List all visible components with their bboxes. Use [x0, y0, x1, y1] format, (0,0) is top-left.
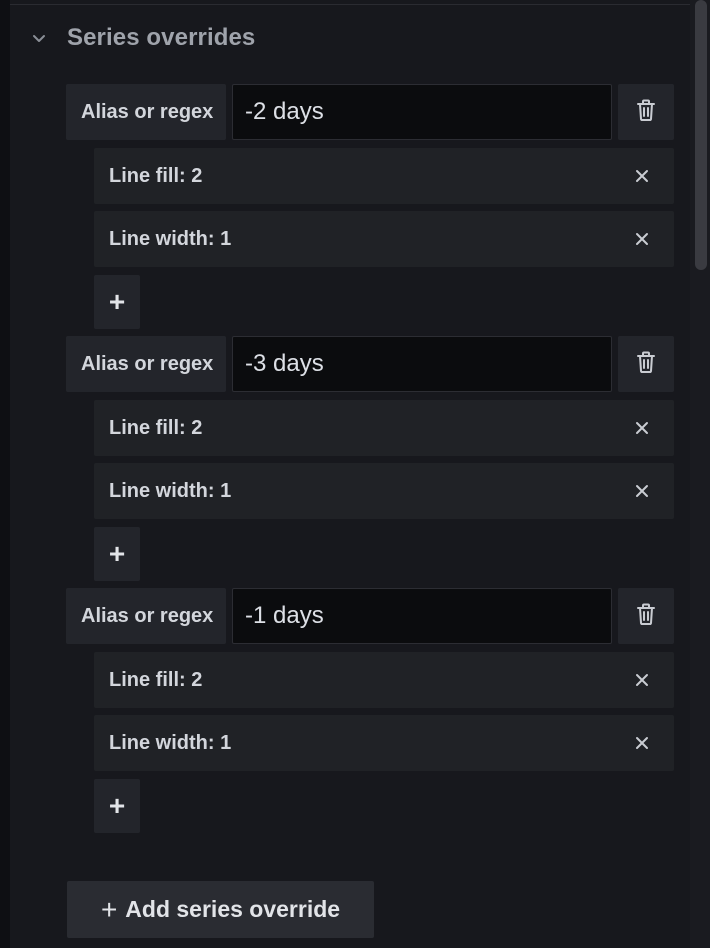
- section-title: Series overrides: [67, 24, 256, 51]
- override-property: Line width: 1: [94, 211, 674, 267]
- alias-input[interactable]: -3 days: [232, 336, 612, 392]
- close-icon: [636, 485, 648, 497]
- add-property-button[interactable]: +: [94, 779, 140, 833]
- trash-icon: [635, 602, 657, 631]
- remove-property-button[interactable]: [622, 156, 662, 196]
- property-label: Line width: 1: [109, 731, 232, 754]
- alias-label: Alias or regex: [66, 336, 226, 392]
- alias-row: Alias or regex -2 days: [66, 84, 674, 140]
- close-icon: [636, 737, 648, 749]
- override-property: Line fill: 2: [94, 148, 674, 204]
- section-divider: [10, 4, 690, 5]
- property-label: Line width: 1: [109, 227, 232, 250]
- remove-property-button[interactable]: [622, 660, 662, 700]
- left-rail: [0, 0, 10, 948]
- trash-icon: [635, 98, 657, 127]
- alias-input[interactable]: -2 days: [232, 84, 612, 140]
- add-property-button[interactable]: +: [94, 527, 140, 581]
- override-property: Line fill: 2: [94, 400, 674, 456]
- alias-row: Alias or regex -1 days: [66, 588, 674, 644]
- property-label: Line fill: 2: [109, 164, 203, 187]
- remove-property-button[interactable]: [622, 471, 662, 511]
- property-label: Line fill: 2: [109, 416, 203, 439]
- delete-override-button[interactable]: [618, 588, 674, 644]
- close-icon: [636, 233, 648, 245]
- override-property: Line width: 1: [94, 463, 674, 519]
- chevron-down-icon[interactable]: [30, 29, 48, 47]
- alias-input[interactable]: -1 days: [232, 588, 612, 644]
- override-property: Line fill: 2: [94, 652, 674, 708]
- series-override-2: Alias or regex -3 days Line fill: 2 Line…: [66, 336, 674, 581]
- remove-property-button[interactable]: [622, 723, 662, 763]
- scrollbar-thumb[interactable]: [695, 0, 707, 270]
- close-icon: [636, 422, 648, 434]
- plus-icon: +: [100, 893, 118, 925]
- alias-row: Alias or regex -3 days: [66, 336, 674, 392]
- property-label: Line fill: 2: [109, 668, 203, 691]
- property-label: Line width: 1: [109, 479, 232, 502]
- series-override-3: Alias or regex -1 days Line fill: 2 Line…: [66, 588, 674, 833]
- remove-property-button[interactable]: [622, 219, 662, 259]
- section-header[interactable]: Series overrides: [30, 22, 255, 54]
- add-series-override-label: Add series override: [125, 896, 341, 922]
- trash-icon: [635, 350, 657, 379]
- series-overrides-editor: Series overrides Alias or regex -2 days …: [0, 0, 710, 948]
- close-icon: [636, 674, 648, 686]
- series-override-1: Alias or regex -2 days Line fill: 2 Line…: [66, 84, 674, 329]
- delete-override-button[interactable]: [618, 84, 674, 140]
- alias-label: Alias or regex: [66, 588, 226, 644]
- remove-property-button[interactable]: [622, 408, 662, 448]
- close-icon: [636, 170, 648, 182]
- add-property-button[interactable]: +: [94, 275, 140, 329]
- alias-label: Alias or regex: [66, 84, 226, 140]
- scrollbar-track[interactable]: [690, 0, 710, 948]
- add-series-override-button[interactable]: + Add series override: [67, 881, 374, 938]
- override-property: Line width: 1: [94, 715, 674, 771]
- delete-override-button[interactable]: [618, 336, 674, 392]
